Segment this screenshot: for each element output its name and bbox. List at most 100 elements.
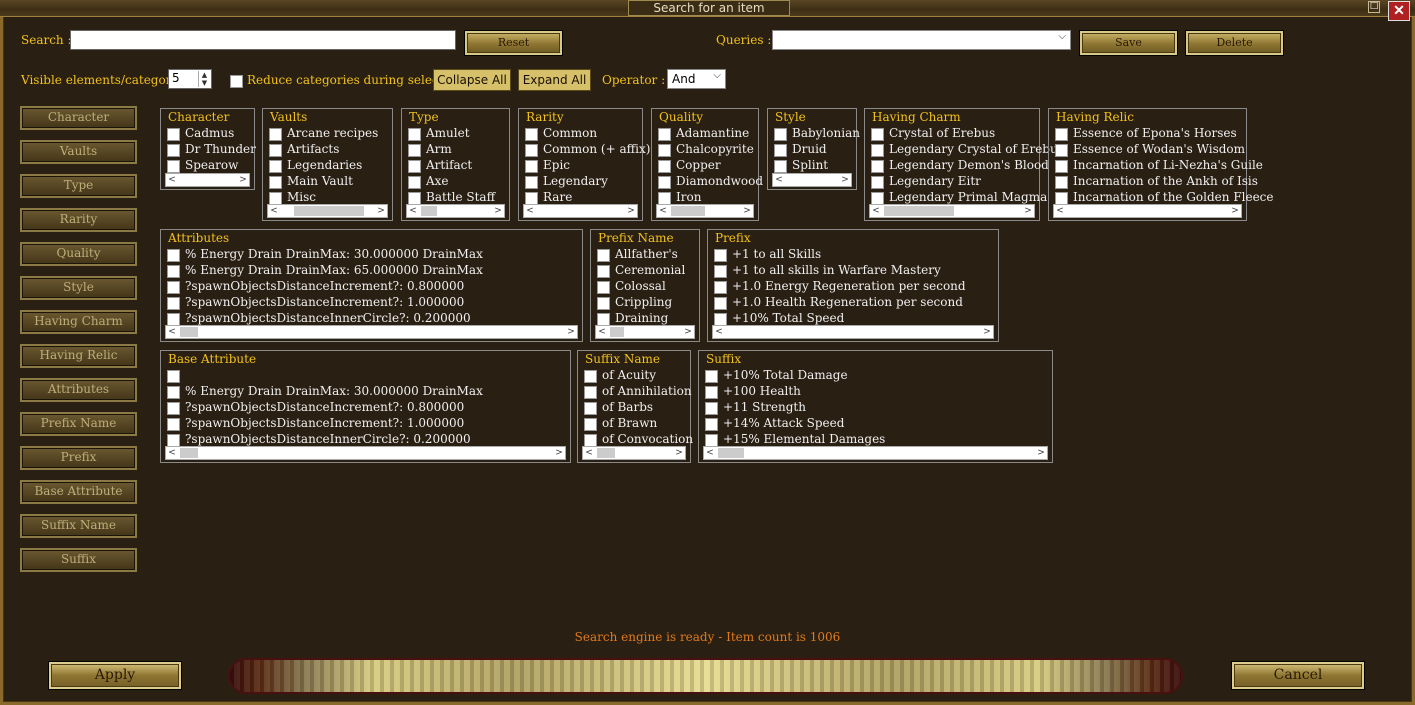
horizontal-scrollbar[interactable]: < > (869, 204, 1035, 218)
item-checkbox[interactable] (525, 160, 538, 173)
scroll-right-icon[interactable]: > (375, 205, 387, 217)
scroll-right-icon[interactable]: > (1035, 447, 1047, 459)
sidebar-item-vaults[interactable]: Vaults (20, 140, 137, 164)
sidebar-item-prefix[interactable]: Prefix (20, 446, 137, 470)
apply-button[interactable]: Apply (49, 662, 181, 689)
scroll-right-icon[interactable]: > (682, 326, 694, 338)
sidebar-item-prefix-name[interactable]: Prefix Name (20, 412, 137, 436)
close-button[interactable]: ✕ (1388, 1, 1410, 21)
scroll-thumb[interactable] (718, 448, 744, 458)
scroll-left-icon[interactable]: < (870, 205, 882, 217)
item-checkbox[interactable] (167, 418, 180, 431)
horizontal-scrollbar[interactable]: < > (595, 325, 695, 339)
scroll-thumb[interactable] (884, 206, 954, 216)
sidebar-item-base-attribute[interactable]: Base Attribute (20, 480, 137, 504)
item-checkbox[interactable] (167, 402, 180, 415)
item-checkbox[interactable] (705, 418, 718, 431)
item-checkbox[interactable] (705, 386, 718, 399)
scroll-left-icon[interactable]: < (1054, 205, 1066, 217)
collapse-all-button[interactable]: Collapse All (433, 69, 511, 91)
item-checkbox[interactable] (1055, 144, 1068, 157)
sidebar-item-having-relic[interactable]: Having Relic (20, 344, 137, 368)
scroll-left-icon[interactable]: < (596, 326, 608, 338)
sidebar-item-attributes[interactable]: Attributes (20, 378, 137, 402)
scroll-left-icon[interactable]: < (713, 326, 725, 338)
maximize-button[interactable]: □ (1368, 1, 1380, 13)
scroll-left-icon[interactable]: < (583, 447, 595, 459)
item-checkbox[interactable] (714, 297, 727, 310)
item-checkbox[interactable] (584, 370, 597, 383)
item-checkbox[interactable] (658, 128, 671, 141)
scroll-left-icon[interactable]: < (166, 326, 178, 338)
item-checkbox[interactable] (597, 297, 610, 310)
scroll-left-icon[interactable]: < (773, 174, 785, 186)
item-checkbox[interactable] (1055, 176, 1068, 189)
scroll-thumb[interactable] (421, 206, 437, 216)
item-checkbox[interactable] (871, 144, 884, 157)
operator-dropdown[interactable]: And ⌵ (667, 69, 726, 89)
item-checkbox[interactable] (658, 144, 671, 157)
horizontal-scrollbar[interactable]: < > (656, 204, 754, 218)
scroll-thumb[interactable] (671, 206, 705, 216)
horizontal-scrollbar[interactable]: < > (406, 204, 505, 218)
item-checkbox[interactable] (525, 128, 538, 141)
sidebar-item-character[interactable]: Character (20, 106, 137, 130)
item-checkbox[interactable] (408, 160, 421, 173)
horizontal-scrollbar[interactable]: < > (267, 204, 388, 218)
scroll-left-icon[interactable]: < (657, 205, 669, 217)
item-checkbox[interactable] (1055, 128, 1068, 141)
item-checkbox[interactable] (269, 176, 282, 189)
item-checkbox[interactable] (705, 370, 718, 383)
item-checkbox[interactable] (658, 160, 671, 173)
scroll-right-icon[interactable]: > (1229, 205, 1241, 217)
delete-button[interactable]: Delete (1186, 31, 1283, 55)
item-checkbox[interactable] (871, 160, 884, 173)
item-checkbox[interactable] (167, 249, 180, 262)
item-checkbox[interactable] (167, 265, 180, 278)
scroll-right-icon[interactable]: > (565, 326, 577, 338)
item-checkbox[interactable] (167, 128, 180, 141)
item-checkbox[interactable] (871, 176, 884, 189)
item-checkbox[interactable] (584, 402, 597, 415)
horizontal-scrollbar[interactable]: < > (165, 325, 578, 339)
sidebar-item-quality[interactable]: Quality (20, 242, 137, 266)
horizontal-scrollbar[interactable]: < > (703, 446, 1048, 460)
horizontal-scrollbar[interactable]: < > (165, 446, 566, 460)
item-checkbox[interactable] (774, 144, 787, 157)
visible-elements-stepper[interactable]: 5 ▲ ▼ (168, 69, 212, 89)
item-checkbox[interactable] (597, 265, 610, 278)
scroll-right-icon[interactable]: > (625, 205, 637, 217)
item-checkbox[interactable] (597, 249, 610, 262)
scroll-right-icon[interactable]: > (673, 447, 685, 459)
scroll-right-icon[interactable]: > (839, 174, 851, 186)
sidebar-item-having-charm[interactable]: Having Charm (20, 310, 137, 334)
item-checkbox[interactable] (167, 370, 180, 383)
scroll-left-icon[interactable]: < (268, 205, 280, 217)
item-checkbox[interactable] (774, 160, 787, 173)
item-checkbox[interactable] (167, 297, 180, 310)
scroll-right-icon[interactable]: > (1022, 205, 1034, 217)
scroll-right-icon[interactable]: > (237, 174, 249, 186)
reset-button[interactable]: Reset (465, 31, 562, 55)
item-checkbox[interactable] (714, 249, 727, 262)
scroll-right-icon[interactable]: > (741, 205, 753, 217)
sidebar-item-type[interactable]: Type (20, 174, 137, 198)
item-checkbox[interactable] (408, 144, 421, 157)
item-checkbox[interactable] (584, 386, 597, 399)
scroll-thumb[interactable] (597, 448, 615, 458)
item-checkbox[interactable] (525, 176, 538, 189)
save-button[interactable]: Save (1080, 31, 1177, 55)
item-checkbox[interactable] (658, 176, 671, 189)
scroll-right-icon[interactable]: > (492, 205, 504, 217)
item-checkbox[interactable] (525, 144, 538, 157)
item-checkbox[interactable] (408, 176, 421, 189)
scroll-thumb[interactable] (180, 327, 198, 337)
item-checkbox[interactable] (714, 265, 727, 278)
item-checkbox[interactable] (871, 128, 884, 141)
item-checkbox[interactable] (167, 144, 180, 157)
scroll-right-icon[interactable]: > (981, 326, 993, 338)
horizontal-scrollbar[interactable]: < > (523, 204, 638, 218)
item-checkbox[interactable] (167, 386, 180, 399)
scroll-left-icon[interactable]: < (524, 205, 536, 217)
item-checkbox[interactable] (1055, 160, 1068, 173)
